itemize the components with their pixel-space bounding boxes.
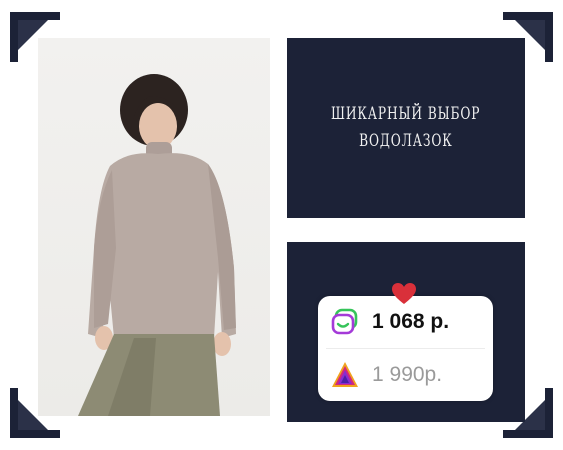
chat-logo-icon [331, 308, 358, 335]
price-main: 1 068 р. [372, 310, 450, 333]
heart-icon[interactable] [391, 282, 417, 306]
price-panel: 1 068 р. 1 990р. [287, 242, 525, 422]
triangle-logo-icon [332, 362, 358, 387]
product-photo [38, 38, 270, 416]
price-card: 1 068 р. 1 990р. [318, 296, 493, 401]
price-row-alt[interactable]: 1 990р. [318, 349, 493, 401]
model-illustration [78, 74, 236, 416]
headline-line-1: ШИКАРНЫЙ ВЫБОР [331, 104, 481, 124]
headline-line-2: ВОДОЛАЗОК [359, 131, 453, 151]
headline-panel: ШИКАРНЫЙ ВЫБОР ВОДОЛАЗОК [287, 38, 525, 218]
price-alt: 1 990р. [372, 363, 443, 386]
